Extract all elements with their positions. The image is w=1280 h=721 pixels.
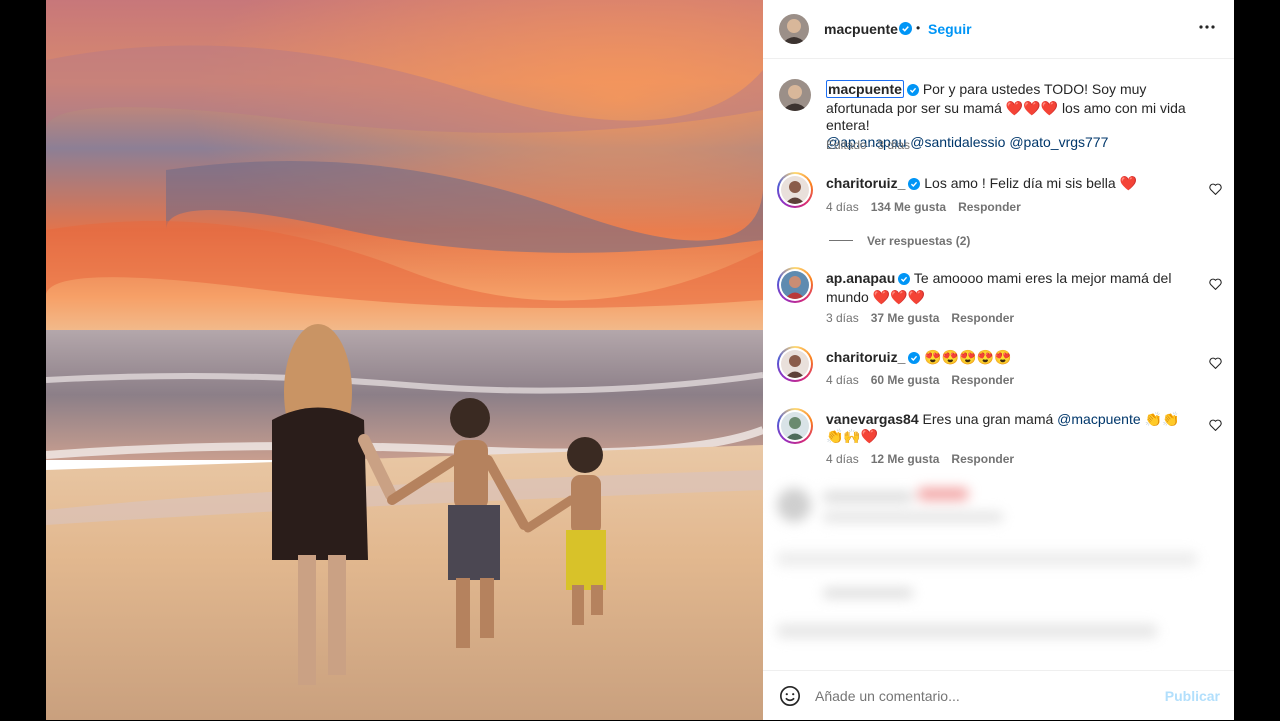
comment-meta: 3 días 37 Me gusta Responder: [826, 311, 1014, 325]
like-heart-icon[interactable]: [1209, 418, 1222, 436]
comment-time[interactable]: 4 días: [826, 200, 859, 214]
commenter-avatar: [781, 176, 809, 204]
caption-edited: Editado · 3 días: [826, 138, 911, 152]
comment-username[interactable]: charitoruiz_: [826, 175, 905, 191]
comment-mention[interactable]: @macpuente: [1057, 411, 1140, 427]
verified-icon: [899, 22, 912, 40]
comment-meta: 4 días 134 Me gusta Responder: [826, 200, 1021, 214]
comment-time[interactable]: 4 días: [826, 452, 859, 466]
comment-likes[interactable]: 12 Me gusta: [871, 452, 940, 466]
comment-likes[interactable]: 60 Me gusta: [871, 373, 940, 387]
comment-meta: 4 días 60 Me gusta Responder: [826, 373, 1014, 387]
story-ring[interactable]: [777, 346, 813, 382]
separator-dot: •: [916, 21, 921, 35]
story-ring[interactable]: [777, 408, 813, 444]
publish-button[interactable]: Publicar: [1165, 688, 1220, 704]
comment-text-block: charitoruiz_ Los amo ! Feliz día mi sis …: [826, 175, 1192, 194]
reply-button[interactable]: Responder: [951, 452, 1014, 466]
post-modal: macpuente • Seguir macpuente Por y para …: [46, 0, 1234, 720]
view-replies-label[interactable]: Ver respuestas (2): [867, 234, 970, 248]
like-heart-icon[interactable]: [1209, 182, 1222, 200]
like-heart-icon[interactable]: [1209, 277, 1222, 295]
comment-text-block: ap.anapau Te amoooo mami eres la mejor m…: [826, 270, 1192, 306]
comment-meta: 4 días 12 Me gusta Responder: [826, 452, 1014, 466]
story-ring[interactable]: [777, 267, 813, 303]
comment-username[interactable]: ap.anapau: [826, 270, 895, 286]
comment-text: Eres una gran mamá: [922, 411, 1054, 427]
comment-text-block: vanevargas84 Eres una gran mamá @macpuen…: [826, 411, 1192, 445]
comment-text: Los amo ! Feliz día mi sis bella ❤️: [924, 175, 1137, 191]
follow-button[interactable]: Seguir: [928, 21, 972, 37]
story-ring[interactable]: [777, 172, 813, 208]
comment-username[interactable]: charitoruiz_: [826, 349, 905, 365]
comment-footer: Publicar: [763, 670, 1234, 721]
comment-time[interactable]: 3 días: [826, 311, 859, 325]
replies-line: [829, 240, 853, 242]
caption-avatar[interactable]: [779, 79, 811, 111]
commenter-avatar: [781, 412, 809, 440]
comment-text-block: charitoruiz_ 😍😍😍😍😍: [826, 349, 1192, 368]
comment-input[interactable]: [813, 683, 1147, 709]
like-heart-icon[interactable]: [1209, 356, 1222, 374]
verified-icon: [908, 351, 921, 368]
blurred-actions-area: [763, 476, 1234, 666]
comment-username[interactable]: vanevargas84: [826, 411, 919, 427]
reply-button[interactable]: Responder: [951, 373, 1014, 387]
author-avatar[interactable]: [779, 14, 809, 44]
commenter-avatar: [781, 350, 809, 378]
emoji-smile-icon[interactable]: [779, 685, 801, 712]
comment-likes[interactable]: 134 Me gusta: [871, 200, 946, 214]
comments-panel: macpuente • Seguir macpuente Por y para …: [763, 0, 1234, 720]
comment-time[interactable]: 4 días: [826, 373, 859, 387]
verified-icon: [898, 272, 911, 289]
beach-sunset-image: [46, 0, 763, 720]
caption-username[interactable]: macpuente: [826, 80, 904, 98]
post-photo[interactable]: [46, 0, 763, 720]
verified-icon: [908, 177, 921, 194]
comment-text: 😍😍😍😍😍: [924, 349, 1012, 365]
more-options-icon[interactable]: [1198, 18, 1216, 41]
reply-button[interactable]: Responder: [951, 311, 1014, 325]
post-header: macpuente • Seguir: [763, 0, 1234, 59]
commenter-avatar: [781, 271, 809, 299]
verified-icon: [906, 83, 919, 100]
author-username[interactable]: macpuente: [824, 21, 898, 37]
view-replies[interactable]: Ver respuestas (2): [829, 232, 970, 250]
comment-likes[interactable]: 37 Me gusta: [871, 311, 940, 325]
reply-button[interactable]: Responder: [958, 200, 1021, 214]
